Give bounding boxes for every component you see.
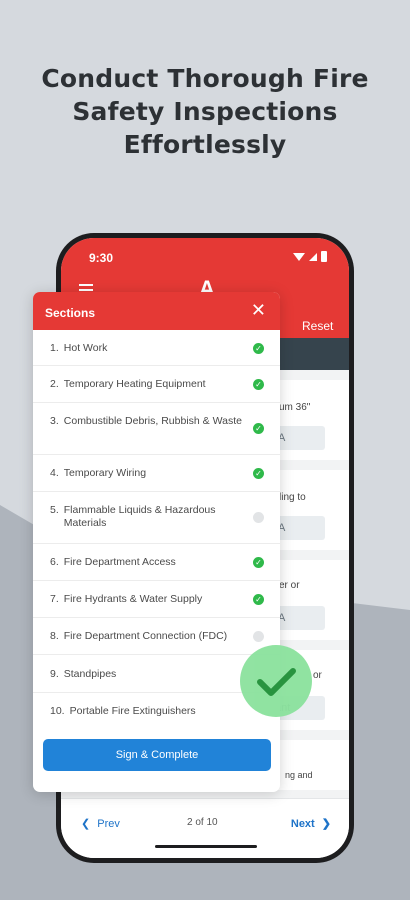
wifi-icon [293,252,305,261]
pagination-footer: ❮ Prev 2 of 10 Next ❯ [61,798,349,858]
chevron-left-icon: ❮ [81,818,91,830]
sign-complete-button[interactable]: Sign & Complete [43,739,271,771]
section-label: Portable Fire Extinguishers [69,705,196,717]
status-time: 9:30 [89,251,114,265]
section-text: 10. Portable Fire Extinguishers [50,705,245,718]
modal-title: Sections [45,306,96,320]
menu-icon[interactable] [79,284,93,286]
prev-button[interactable]: ❮ Prev [81,817,120,830]
check-icon: ✓ [253,594,264,605]
section-item-3[interactable]: 3. Combustible Debris, Rubbish & Waste ✓ [33,403,280,455]
sections-modal: Sections ✕ 1. Hot Work ✓ 2. Temporary He… [33,292,280,792]
check-icon: ✓ [253,423,264,434]
section-text: 5. Flammable Liquids & Hazardous Materia… [50,504,245,530]
section-item-6[interactable]: 6. Fire Department Access ✓ [33,544,280,581]
section-number: 4. [50,467,59,479]
status-icons [293,251,327,262]
prev-label: Prev [97,818,120,830]
headline-line-3: Effortlessly [123,130,287,159]
unchecked-icon: ✓ [253,631,264,642]
signal-icon [309,252,317,261]
section-label: Fire Hydrants & Water Supply [63,593,203,605]
section-text: 9. Standpipes [50,668,245,681]
section-text: 2. Temporary Heating Equipment [50,378,245,391]
section-item-1[interactable]: 1. Hot Work ✓ [33,330,280,366]
field-question: ng and [285,770,313,780]
next-label: Next [290,818,315,830]
check-icon: ✓ [253,468,264,479]
section-number: 9. [50,668,59,680]
section-text: 1. Hot Work [50,342,245,355]
section-label: Flammable Liquids & Hazardous Materials [63,504,216,529]
section-number: 8. [50,630,59,642]
section-number: 10. [50,705,65,717]
section-text: 4. Temporary Wiring [50,467,245,480]
section-label: Fire Department Connection (FDC) [63,630,228,642]
headline-line-1: Conduct Thorough Fire [41,64,369,93]
close-icon[interactable]: ✕ [251,301,266,319]
section-item-7[interactable]: 7. Fire Hydrants & Water Supply ✓ [33,581,280,618]
modal-header: Sections ✕ [33,292,280,330]
checkmark-icon [257,668,296,696]
section-text: 8. Fire Department Connection (FDC) [50,630,245,643]
chevron-right-icon: ❯ [321,818,331,830]
section-number: 2. [50,378,59,390]
section-text: 6. Fire Department Access [50,556,245,569]
section-number: 1. [50,342,59,354]
field-question: or [313,670,322,681]
section-item-5[interactable]: 5. Flammable Liquids & Hazardous Materia… [33,492,280,544]
check-icon: ✓ [253,557,264,568]
section-number: 7. [50,593,59,605]
section-label: Fire Department Access [63,556,176,568]
unchecked-icon: ✓ [253,512,264,523]
section-label: Combustible Debris, Rubbish & Waste [63,415,242,427]
section-number: 6. [50,556,59,568]
check-icon: ✓ [253,343,264,354]
field-question: ling to [279,492,306,503]
success-check-badge [240,645,312,717]
section-label: Standpipes [63,668,117,680]
section-text: 7. Fire Hydrants & Water Supply [50,593,245,606]
section-item-2[interactable]: 2. Temporary Heating Equipment ✓ [33,366,280,403]
check-icon: ✓ [253,379,264,390]
section-label: Hot Work [63,342,108,354]
section-item-4[interactable]: 4. Temporary Wiring ✓ [33,455,280,492]
section-number: 3. [50,415,59,427]
reset-button[interactable]: Reset [302,319,333,333]
marketing-headline: Conduct Thorough Fire Safety Inspections… [0,62,410,161]
section-label: Temporary Wiring [63,467,147,479]
field-question: er or [279,580,300,591]
section-text: 3. Combustible Debris, Rubbish & Waste [50,415,245,428]
page-indicator: 2 of 10 [187,817,218,828]
field-question: um 36" [279,402,311,413]
section-number: 5. [50,504,59,516]
headline-line-2: Safety Inspections [72,97,338,126]
next-button[interactable]: Next ❯ [291,817,331,830]
home-indicator [155,845,257,848]
section-label: Temporary Heating Equipment [63,378,206,390]
battery-icon [321,251,327,262]
